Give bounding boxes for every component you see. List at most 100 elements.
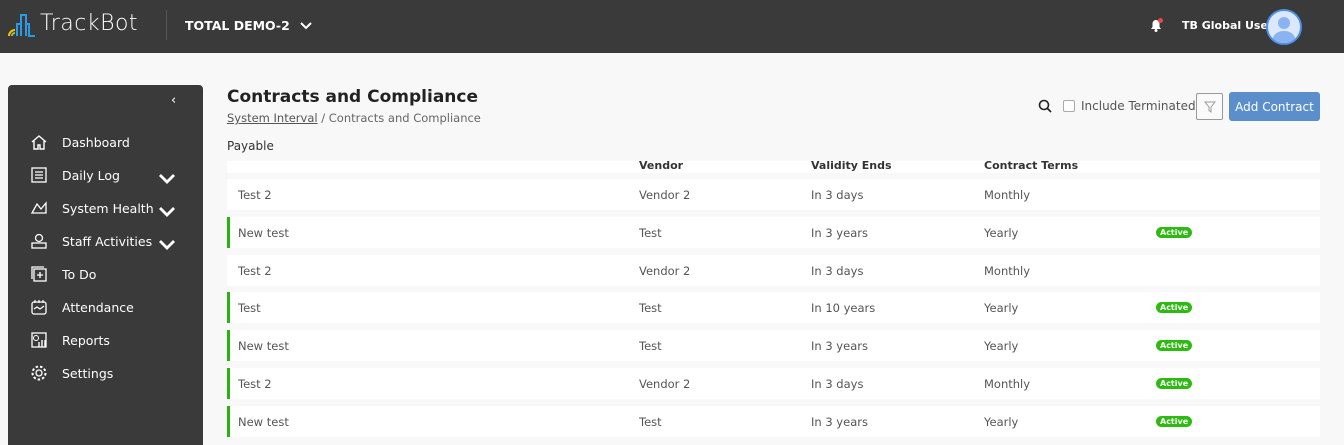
table-row[interactable]: Test Test In 10 years Yearly Active [227,292,1320,324]
org-name: TOTAL DEMO-2 [185,18,290,33]
search-icon [1038,99,1052,113]
chevron-down-icon[interactable] [158,236,176,254]
sidebar-item-attendance[interactable]: Attendance [30,294,190,320]
table-row[interactable]: Test 2 Vendor 2 In 3 days Monthly [227,254,1320,286]
sidebar-item-label: Reports [62,332,110,348]
sidebar-item-label: Dashboard [62,134,130,150]
breadcrumb-separator: / [317,111,329,125]
table-header: Vendor Validity Ends Contract Terms [227,159,1320,173]
contract-terms: Yearly [984,301,1019,316]
column-contract-terms[interactable]: Contract Terms [984,159,1078,172]
sidebar-item-label: Settings [62,365,114,381]
reports-icon [31,332,47,348]
status-badge: Active [1156,340,1193,352]
sidebar-item-label: To Do [62,266,97,282]
column-validity-ends[interactable]: Validity Ends [811,159,892,172]
contract-terms: Monthly [984,263,1031,278]
sidebar-item-label: Attendance [62,299,134,315]
user-name[interactable]: TB Global User [1182,19,1273,32]
vendor: Test [639,414,662,429]
trackbot-logo-icon [8,14,35,37]
user-icon [1272,17,1296,43]
section-label: Payable [227,139,274,153]
sidebar-item-daily-log[interactable]: Daily Log [30,162,190,188]
collapse-sidebar-button[interactable]: ‹ [171,93,176,108]
vendor: Vendor 2 [639,188,691,202]
todo-icon [31,266,47,282]
sidebar-item-label: System Health [62,200,154,216]
filter-icon [1203,101,1216,113]
sidebar-item-staff-activities[interactable]: Staff Activities [30,228,190,254]
status-badge: Active [1156,378,1193,389]
attendance-icon [31,300,47,315]
contract-terms: Yearly [984,339,1019,354]
top-bar: TrackBot TOTAL DEMO-2 TB Global User [0,0,1344,53]
vendor: Test [639,225,662,240]
header-divider [166,10,167,40]
status-badge: Active [1156,226,1193,238]
contract-name: New test [238,339,289,354]
logo[interactable]: TrackBot [8,10,138,38]
avatar[interactable] [1266,9,1302,45]
chevron-down-icon [300,21,312,29]
health-icon [30,201,47,214]
contract-name: Test 2 [238,188,272,202]
breadcrumb-link[interactable]: System Interval [227,111,318,125]
contract-name: Test [238,301,261,316]
sidebar-item-label: Daily Log [62,167,120,183]
table-row[interactable]: Test 2 Vendor 2 In 3 days Monthly Active [227,368,1320,399]
table-row[interactable]: New test Test In 3 years Yearly Active [227,330,1320,362]
status-badge: Active [1156,415,1193,427]
filter-button[interactable] [1196,93,1223,120]
sidebar-item-to-do[interactable]: To Do [30,261,190,287]
status-badge: Active [1156,302,1193,314]
bell-icon [1151,18,1163,32]
validity-ends: In 3 years [811,225,868,240]
chevron-down-icon[interactable] [158,203,176,221]
sidebar: ‹ Dashboard Daily Log System Health Staff A… [8,85,203,445]
table-row[interactable]: Test 2 Vendor 2 In 3 days Monthly [227,179,1320,210]
table-row[interactable]: New test Test In 3 years Yearly Active [227,405,1320,437]
chevron-down-icon[interactable] [158,170,176,188]
contract-terms: Monthly [984,188,1031,202]
sidebar-item-dashboard[interactable]: Dashboard [30,129,190,155]
staff-icon [31,233,47,249]
brand-name: TrackBot [40,11,139,36]
column-vendor[interactable]: Vendor [639,159,683,172]
home-icon [31,135,47,150]
checkbox[interactable] [1063,100,1075,112]
contract-name: Test 2 [238,263,272,278]
validity-ends: In 3 days [811,263,864,278]
gear-icon [31,365,47,381]
notifications-button[interactable] [1148,17,1164,37]
page-title: Contracts and Compliance [227,87,479,107]
validity-ends: In 3 days [811,377,864,391]
breadcrumb-current: Contracts and Compliance [328,111,481,125]
validity-ends: In 3 years [811,339,868,354]
table-row[interactable]: New test Test In 3 years Yearly Active [227,216,1320,248]
vendor: Test [639,339,662,354]
sidebar-item-label: Staff Activities [62,233,153,249]
validity-ends: In 3 years [811,414,868,429]
search-button[interactable] [1038,98,1052,117]
vendor: Test [639,301,662,316]
contract-terms: Monthly [984,377,1031,391]
validity-ends: In 3 days [811,188,864,202]
contract-terms: Yearly [984,225,1019,240]
sidebar-item-settings[interactable]: Settings [30,360,190,386]
breadcrumb: System Interval / Contracts and Complian… [227,111,481,125]
include-terminated-label: Include Terminated [1081,99,1196,113]
sidebar-item-system-health[interactable]: System Health [30,195,190,221]
contract-name: New test [238,414,289,429]
sidebar-item-reports[interactable]: Reports [30,327,190,353]
validity-ends: In 10 years [811,301,876,316]
org-selector[interactable]: TOTAL DEMO-2 [185,18,312,33]
vendor: Vendor 2 [639,377,691,391]
list-icon [31,167,47,183]
contract-name: Test 2 [238,377,272,391]
vendor: Vendor 2 [639,263,691,278]
contract-name: New test [238,225,289,240]
add-contract-button[interactable]: Add Contract [1229,92,1320,121]
contract-terms: Yearly [984,414,1019,429]
include-terminated-checkbox[interactable]: Include Terminated [1063,99,1196,113]
